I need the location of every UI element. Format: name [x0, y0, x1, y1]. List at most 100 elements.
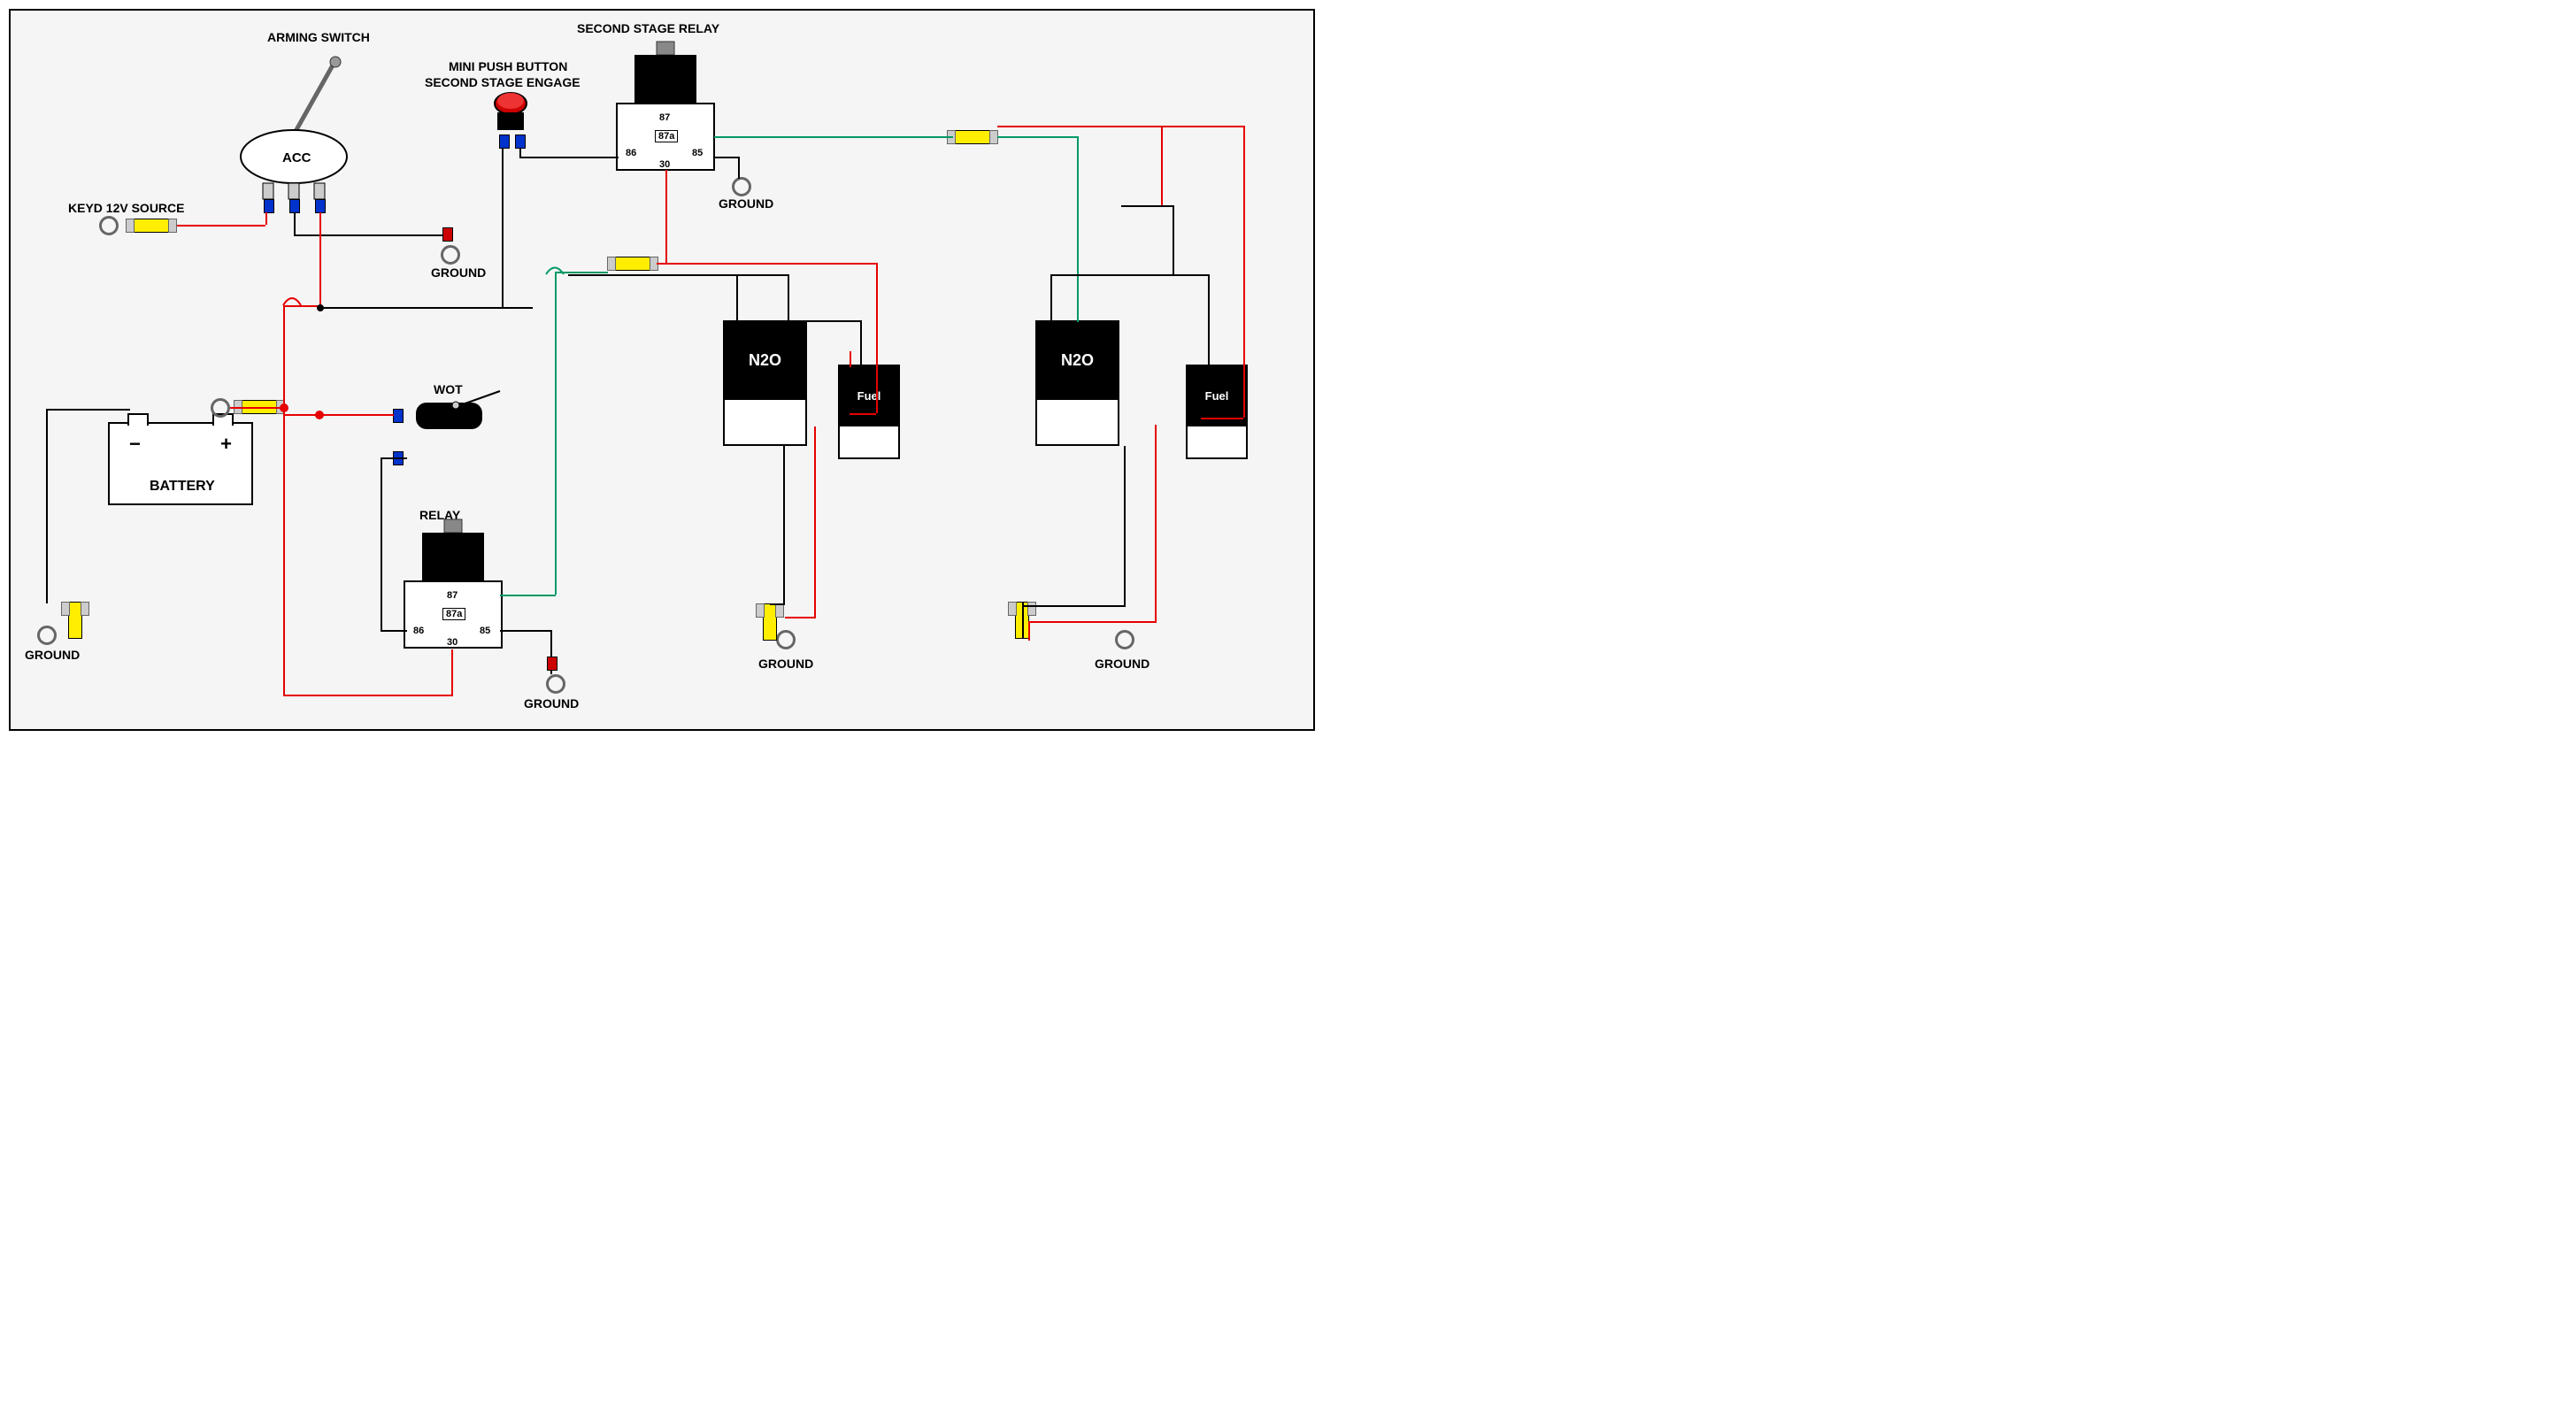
wire-jumper [276, 294, 303, 320]
connector [547, 657, 557, 671]
wire [502, 148, 504, 307]
wire-ground [1022, 605, 1126, 607]
wire-signal [500, 595, 556, 596]
ground-label-3: GROUND [25, 648, 80, 662]
connector [393, 409, 404, 423]
wire-ground [294, 234, 444, 236]
ground-label-6: GROUND [1095, 657, 1150, 671]
wire [736, 274, 738, 323]
wire-power [665, 170, 667, 263]
wire-signal [714, 136, 953, 138]
wire-power [1028, 621, 1030, 641]
wire-ground [46, 409, 130, 411]
wire [1121, 205, 1173, 207]
fuse [68, 602, 82, 639]
wire-power [283, 695, 453, 696]
ring-terminal [37, 626, 57, 645]
connector [264, 199, 274, 213]
wot-switch [407, 398, 504, 447]
wire-power [814, 426, 816, 617]
arming-switch-label: ARMING SWITCH [267, 30, 370, 44]
wire-power [283, 414, 394, 416]
wire-ground [1124, 446, 1126, 605]
wire [500, 630, 551, 632]
wire [1208, 274, 1210, 366]
connector [315, 199, 326, 213]
wire [714, 157, 739, 158]
second-stage-relay-box: 87 87a 86 85 30 [617, 42, 714, 179]
connector [442, 227, 453, 242]
wire [568, 274, 789, 276]
wot-label: WOT [434, 382, 463, 396]
battery: − + BATTERY [108, 422, 253, 505]
wire-power [177, 225, 265, 227]
wire [788, 274, 789, 320]
wire-power [283, 305, 285, 407]
wire-power [451, 649, 453, 695]
wire [519, 157, 619, 158]
fuse [954, 130, 991, 144]
second-stage-engage-label: SECOND STAGE ENGAGE [425, 75, 581, 89]
main-relay-box: 87 87a 86 85 30 [404, 519, 502, 657]
wiring-diagram: ARMING SWITCH SECOND STAGE RELAY MINI PU… [9, 9, 1315, 731]
wire [738, 157, 740, 179]
ground-label-5: GROUND [758, 657, 813, 671]
wire [381, 630, 407, 632]
fuse [763, 603, 777, 641]
ground-label-4: GROUND [524, 696, 579, 710]
n2o-solenoid-1: N2O [723, 320, 807, 446]
fuel-solenoid-1: Fuel [838, 365, 900, 459]
push-button [488, 90, 533, 148]
ring-terminal [732, 177, 751, 196]
ring-terminal [1115, 630, 1134, 649]
wire [320, 307, 533, 309]
wire-power [1161, 126, 1163, 205]
wire-power [876, 263, 878, 413]
wire-power [850, 413, 876, 415]
ring-terminal [546, 674, 565, 694]
wire-power [1243, 126, 1245, 418]
connector [499, 134, 510, 149]
ground-label-1: GROUND [431, 265, 486, 280]
wire-power [657, 263, 878, 265]
ring-terminal [211, 398, 230, 418]
wire-power [319, 212, 321, 305]
connector [289, 199, 300, 213]
second-stage-relay-label: SECOND STAGE RELAY [577, 21, 719, 35]
wire [381, 457, 407, 459]
wire-ground [1022, 602, 1024, 639]
n2o-solenoid-2: N2O [1035, 320, 1119, 446]
wire-ground [770, 603, 785, 605]
ground-label-2: GROUND [719, 196, 773, 211]
junction [317, 304, 324, 311]
junction [315, 411, 324, 419]
ring-terminal [99, 216, 119, 235]
wire [788, 320, 861, 322]
wire [1050, 274, 1210, 276]
mini-push-button-label: MINI PUSH BUTTON [449, 59, 567, 73]
wire [381, 457, 382, 630]
wire-signal [1077, 136, 1079, 322]
wire-signal [997, 136, 1077, 138]
wire-power [1155, 425, 1157, 621]
ring-terminal [776, 630, 796, 649]
wire-power [265, 212, 267, 225]
wire [1173, 205, 1174, 276]
wire-ground [46, 409, 48, 603]
wire [860, 320, 862, 366]
wire-power [1028, 621, 1157, 623]
wire-ground [783, 446, 785, 605]
wire-power [785, 617, 816, 618]
fuse [614, 257, 651, 271]
wire-signal [555, 272, 557, 595]
ring-terminal [441, 245, 460, 265]
wire-power [997, 126, 1245, 127]
wire [1050, 274, 1052, 323]
wire-ground [294, 212, 296, 234]
fuse [133, 219, 170, 233]
fuel-solenoid-2: Fuel [1186, 365, 1248, 459]
keyd-12v-label: KEYD 12V SOURCE [68, 201, 184, 215]
wire-jumper [546, 265, 573, 292]
connector [515, 134, 526, 149]
wire-power [283, 407, 285, 695]
